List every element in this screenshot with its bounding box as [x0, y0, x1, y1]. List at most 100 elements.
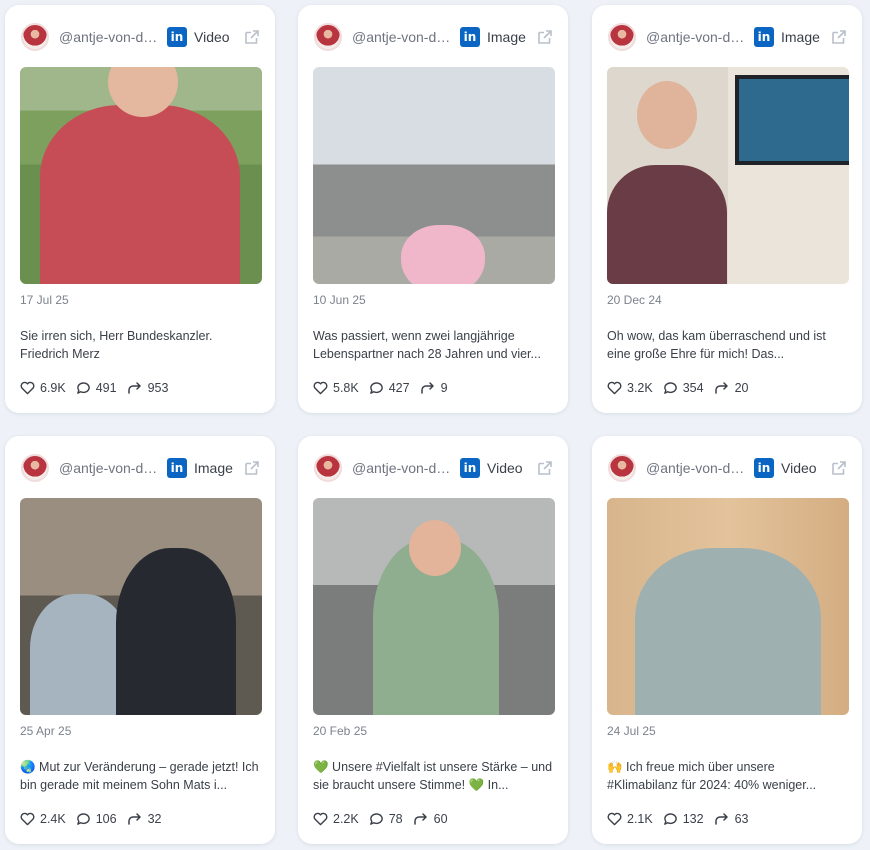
photo-shape: [409, 520, 461, 576]
post-header: @antje-von-dewitz in Video: [21, 21, 261, 53]
external-link-icon[interactable]: [243, 459, 261, 477]
photo-shape: [635, 548, 821, 715]
post-stats: 5.8K 427 9: [313, 381, 458, 395]
post-image[interactable]: [20, 67, 262, 284]
external-link-icon[interactable]: [243, 28, 261, 46]
post-text: Sie irren sich, Herr Bundeskanzler. Frie…: [20, 329, 213, 361]
avatar[interactable]: [21, 454, 49, 482]
author-handle[interactable]: @antje-von-dewitz: [352, 29, 452, 45]
likes-stat: 3.2K: [607, 381, 653, 395]
author-handle[interactable]: @antje-von-dewitz: [59, 29, 159, 45]
post-type-label: Video: [487, 460, 523, 476]
post-header: @antje-von-dewitz in Image: [21, 452, 261, 484]
post-header: @antje-von-dewitz in Video: [608, 452, 848, 484]
post-image[interactable]: [20, 498, 262, 715]
share-icon: [714, 813, 728, 825]
likes-stat: 2.4K: [20, 812, 66, 826]
post-image[interactable]: [313, 498, 555, 715]
comment-icon: [663, 382, 677, 394]
post-type-label: Image: [194, 460, 233, 476]
comment-icon: [663, 813, 677, 825]
post-stats: 6.9K 491 953: [20, 381, 178, 395]
post-date: 20 Dec 24: [607, 293, 662, 307]
shares-count: 63: [734, 812, 749, 826]
post-image[interactable]: [607, 67, 849, 284]
post-card[interactable]: @antje-von-dewitz in Video 17 Jul 25 Sie…: [5, 5, 275, 413]
photo-shape: [401, 225, 485, 284]
comment-icon: [369, 813, 383, 825]
post-card[interactable]: @antje-von-dewitz in Video 24 Jul 25 🙌 I…: [592, 436, 862, 844]
photo-shape: [40, 105, 240, 284]
heart-icon: [20, 812, 35, 826]
post-text: 🙌 Ich freue mich über unsere #Klimabilan…: [607, 760, 817, 792]
avatar[interactable]: [608, 454, 636, 482]
post-type-label: Video: [781, 460, 817, 476]
share-icon: [127, 813, 141, 825]
comments-count: 354: [682, 381, 704, 395]
author-handle[interactable]: @antje-von-dewitz: [646, 460, 746, 476]
comments-stat: 491: [76, 381, 117, 395]
comments-stat: 106: [76, 812, 117, 826]
photo-shape: [30, 594, 130, 715]
post-image[interactable]: [313, 67, 555, 284]
likes-count: 2.2K: [333, 812, 359, 826]
likes-count: 2.1K: [627, 812, 653, 826]
linkedin-icon: in: [754, 458, 774, 478]
avatar[interactable]: [608, 23, 636, 51]
post-text: Was passiert, wenn zwei langjährige Lebe…: [313, 329, 541, 361]
linkedin-icon: in: [167, 458, 187, 478]
post-grid: @antje-von-dewitz in Video 17 Jul 25 Sie…: [0, 0, 870, 850]
heart-icon: [313, 381, 328, 395]
external-link-icon[interactable]: [830, 28, 848, 46]
likes-stat: 6.9K: [20, 381, 66, 395]
comment-icon: [76, 813, 90, 825]
linkedin-icon: in: [460, 27, 480, 47]
avatar[interactable]: [314, 454, 342, 482]
share-icon: [127, 382, 141, 394]
post-stats: 2.2K 78 60: [313, 812, 458, 826]
post-header: @antje-von-dewitz in Video: [314, 452, 554, 484]
post-type-label: Video: [194, 29, 230, 45]
shares-stat: 953: [127, 381, 168, 395]
photo-shape: [637, 81, 697, 149]
post-image[interactable]: [607, 498, 849, 715]
author-handle[interactable]: @antje-von-dewitz: [352, 460, 452, 476]
photo-shape: [735, 75, 849, 165]
external-link-icon[interactable]: [536, 28, 554, 46]
heart-icon: [313, 812, 328, 826]
comment-icon: [369, 382, 383, 394]
comments-stat: 132: [663, 812, 704, 826]
avatar[interactable]: [21, 23, 49, 51]
author-handle[interactable]: @antje-von-dewitz: [59, 460, 159, 476]
likes-count: 2.4K: [40, 812, 66, 826]
post-date: 24 Jul 25: [607, 724, 656, 738]
avatar[interactable]: [314, 23, 342, 51]
shares-stat: 60: [413, 812, 448, 826]
shares-count: 60: [433, 812, 448, 826]
linkedin-icon: in: [754, 27, 774, 47]
post-card[interactable]: @antje-von-dewitz in Image 10 Jun 25 Was…: [298, 5, 568, 413]
comments-count: 427: [388, 381, 410, 395]
comments-count: 106: [95, 812, 117, 826]
likes-count: 3.2K: [627, 381, 653, 395]
external-link-icon[interactable]: [830, 459, 848, 477]
likes-count: 5.8K: [333, 381, 359, 395]
post-stats: 3.2K 354 20: [607, 381, 758, 395]
external-link-icon[interactable]: [536, 459, 554, 477]
likes-count: 6.9K: [40, 381, 66, 395]
share-icon: [413, 813, 427, 825]
post-card[interactable]: @antje-von-dewitz in Video 20 Feb 25 💚 U…: [298, 436, 568, 844]
post-text: 🌏 Mut zur Veränderung – gerade jetzt! Ic…: [20, 760, 259, 792]
photo-shape: [607, 165, 727, 284]
comments-count: 132: [682, 812, 704, 826]
comments-stat: 78: [369, 812, 403, 826]
post-text: 💚 Unsere #Vielfalt ist unsere Stärke – u…: [313, 760, 553, 792]
heart-icon: [607, 381, 622, 395]
post-text: Oh wow, das kam überraschend und ist ein…: [607, 329, 826, 361]
post-stats: 2.4K 106 32: [20, 812, 171, 826]
post-card[interactable]: @antje-von-dewitz in Image 25 Apr 25 🌏 M…: [5, 436, 275, 844]
author-handle[interactable]: @antje-von-dewitz: [646, 29, 746, 45]
linkedin-icon: in: [167, 27, 187, 47]
comments-count: 78: [388, 812, 403, 826]
post-card[interactable]: @antje-von-dewitz in Image 20 Dec 24 Oh …: [592, 5, 862, 413]
